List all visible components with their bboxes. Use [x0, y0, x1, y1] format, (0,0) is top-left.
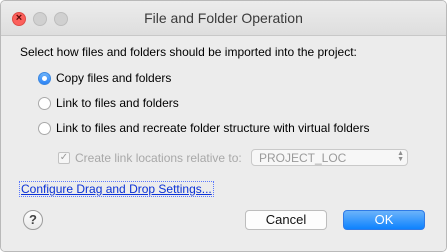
chevron-down-icon: ▼: [397, 156, 404, 163]
option-link[interactable]: Link to files and folders: [38, 96, 179, 110]
cancel-button[interactable]: Cancel: [245, 210, 327, 230]
dialog-window: × File and Folder Operation Select how f…: [0, 0, 447, 252]
window-title: File and Folder Operation: [144, 10, 303, 26]
check-icon: ✓: [59, 152, 69, 163]
ok-button[interactable]: OK: [343, 210, 425, 230]
relative-location-row: ✓ Create link locations relative to:: [58, 151, 242, 165]
dialog-content: Select how files and folders should be i…: [1, 36, 446, 251]
relative-location-checkbox[interactable]: ✓: [58, 152, 70, 164]
help-icon: ?: [29, 212, 37, 227]
option-copy[interactable]: Copy files and folders: [38, 71, 171, 85]
location-variable-select[interactable]: PROJECT_LOC ▲ ▼: [251, 149, 408, 166]
radio-link[interactable]: [38, 96, 51, 110]
option-link-virtual[interactable]: Link to files and recreate folder struct…: [38, 121, 369, 135]
location-variable-value: PROJECT_LOC: [259, 151, 347, 165]
relative-location-label: Create link locations relative to:: [75, 151, 242, 165]
option-link-label: Link to files and folders: [56, 96, 179, 110]
configure-drag-drop-link[interactable]: Configure Drag and Drop Settings...: [19, 181, 214, 197]
radio-copy[interactable]: [38, 71, 51, 85]
help-button[interactable]: ?: [23, 210, 43, 230]
option-link-virtual-label: Link to files and recreate folder struct…: [56, 121, 370, 135]
chevron-up-down-icon: ▲ ▼: [397, 150, 404, 163]
prompt-text: Select how files and folders should be i…: [20, 45, 357, 59]
title-bar: × File and Folder Operation: [1, 1, 446, 36]
option-copy-label: Copy files and folders: [56, 71, 172, 85]
radio-link-virtual[interactable]: [38, 121, 51, 135]
